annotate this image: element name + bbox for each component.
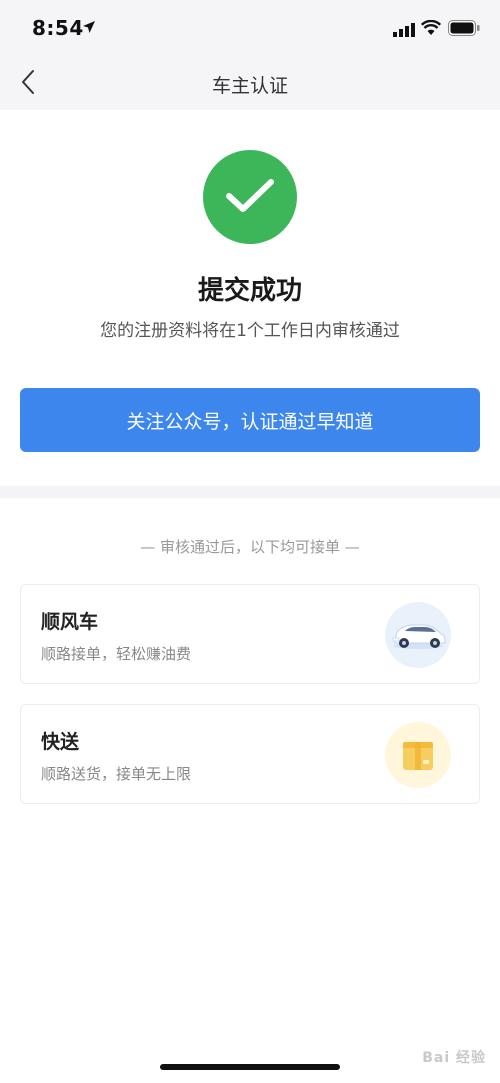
navigation-bar: 车主认证 [0,58,500,110]
service-name: 顺风车 [41,611,99,633]
service-description: 顺路送货，接单无上限 [41,765,192,783]
header-area: 8:54 车主认证 [0,0,500,110]
status-time: 8:54 [32,16,84,40]
follow-official-account-button[interactable]: 关注公众号，认证通过早知道 [20,388,480,452]
wifi-icon [420,19,442,36]
success-subtitle: 您的注册资料将在1个工作日内审核通过 [100,321,400,341]
service-name: 快送 [41,731,80,753]
success-section: 提交成功 您的注册资料将在1个工作日内审核通过 关注公众号，认证通过早知道 [0,110,500,486]
status-bar: 8:54 [0,0,500,58]
page-title: 车主认证 [211,75,288,97]
car-icon [385,602,451,668]
cellular-signal-icon [393,22,415,37]
battery-icon [448,20,480,36]
home-indicator[interactable] [160,1064,340,1070]
package-icon [385,722,451,788]
section-divider [0,486,500,498]
location-arrow-icon [82,19,96,33]
watermark: Bai 经验 [422,1050,486,1066]
success-check-icon [203,150,297,244]
services-section: — 审核通过后，以下均可接单 — 顺风车 顺路接单，轻松赚油费 快送 顺路送货，… [0,498,500,1083]
service-description: 顺路接单，轻松赚油费 [41,645,192,663]
success-title: 提交成功 [197,276,302,306]
service-card-hitch-ride[interactable]: 顺风车 顺路接单，轻松赚油费 [20,584,480,684]
service-card-express-delivery[interactable]: 快送 顺路送货，接单无上限 [20,704,480,804]
services-header: — 审核通过后，以下均可接单 — [140,538,360,556]
